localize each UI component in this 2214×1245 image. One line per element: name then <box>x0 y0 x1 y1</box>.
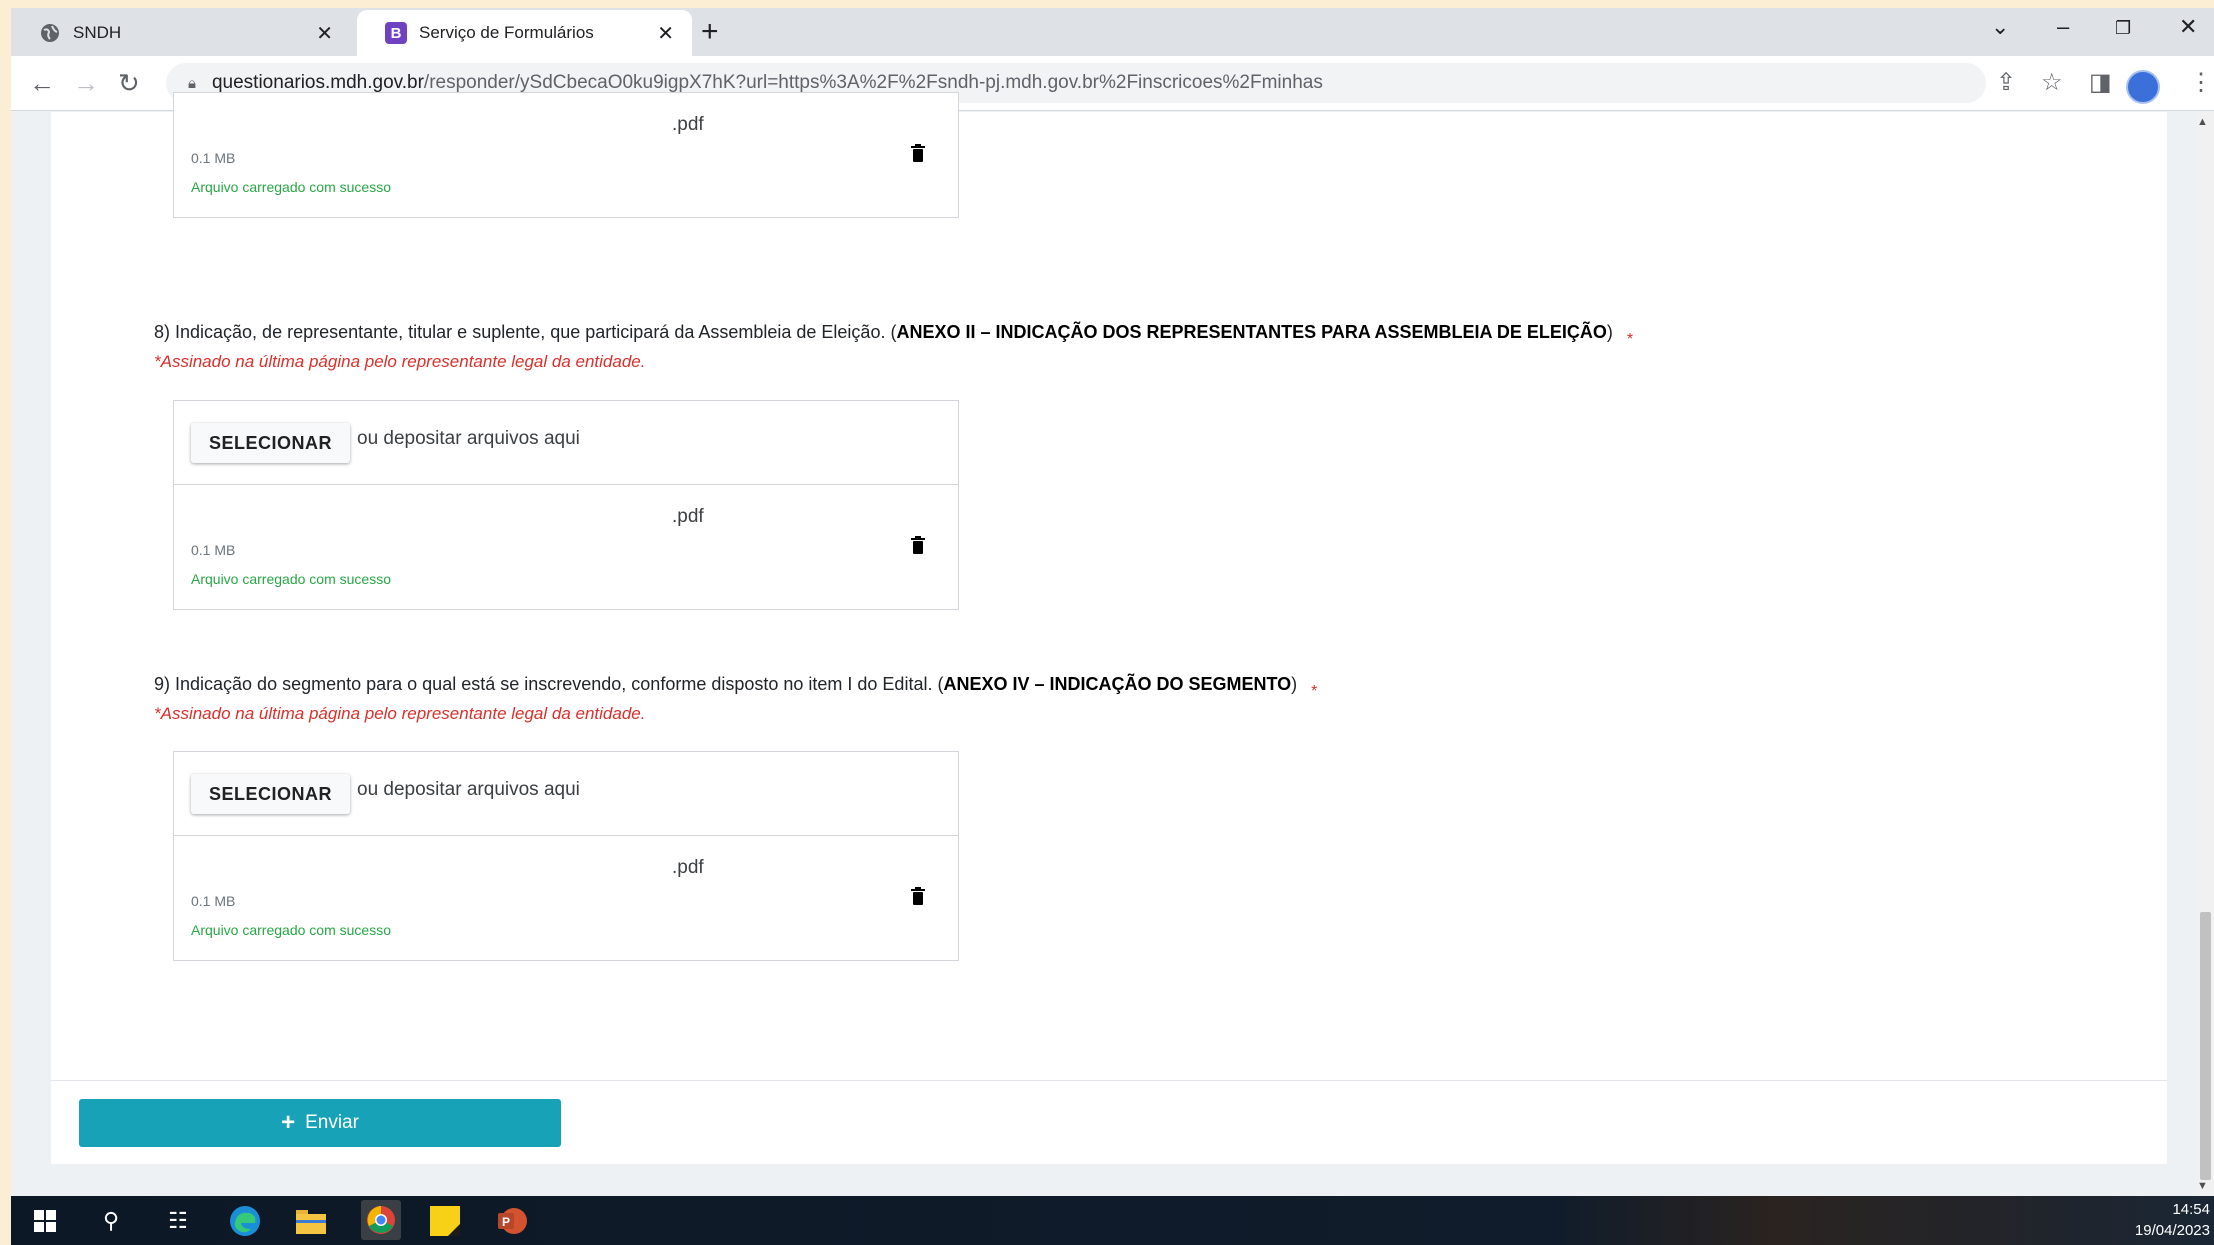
upload-status: Arquivo carregado com sucesso <box>191 922 391 938</box>
upload-dropzone[interactable]: SELECIONAR ou depositar arquivos aqui <box>174 401 958 485</box>
scroll-down-arrow-icon[interactable]: ▼ <box>2197 1180 2208 1192</box>
tab-sndh[interactable]: SNDH ✕ <box>11 10 351 56</box>
file-size: 0.1 MB <box>191 150 236 166</box>
side-panel-icon[interactable]: ◨ <box>2089 68 2112 97</box>
trash-icon[interactable] <box>910 144 926 162</box>
question-annex: ANEXO II – INDICAÇÃO DOS REPRESENTANTES … <box>896 322 1607 342</box>
close-icon[interactable]: ✕ <box>316 21 333 46</box>
file-name: .pdf <box>672 114 704 135</box>
globe-icon <box>39 22 61 44</box>
signature-note: *Assinado na última página pelo represen… <box>154 352 646 371</box>
browser-window: SNDH ✕ B Serviço de Formulários ✕ + ⌄ – … <box>11 8 2214 1196</box>
form-card: .pdf 0.1 MB Arquivo carregado com sucess… <box>51 92 2167 1164</box>
tab-label: Serviço de Formulários <box>419 23 594 42</box>
tab-formularios[interactable]: B Serviço de Formulários ✕ <box>357 10 692 56</box>
question-text: 9) Indicação do segmento para o qual est… <box>154 674 944 694</box>
uploaded-file: .pdf 0.1 MB Arquivo carregado com sucess… <box>174 485 958 609</box>
upload-box-previous: .pdf 0.1 MB Arquivo carregado com sucess… <box>173 92 959 218</box>
question-close: ) <box>1606 322 1613 342</box>
clock-date: 19/04/2023 <box>2134 1222 2210 1239</box>
new-tab-button[interactable]: + <box>701 17 719 47</box>
restore-icon[interactable]: ❐ <box>2115 18 2131 39</box>
chrome-icon[interactable] <box>361 1200 401 1240</box>
minimize-icon[interactable]: – <box>2057 14 2069 40</box>
select-file-button[interactable]: SELECIONAR <box>191 774 351 814</box>
share-icon[interactable]: ⇪ <box>1996 68 2016 97</box>
upload-box-q8: SELECIONAR ou depositar arquivos aqui .p… <box>173 400 959 610</box>
edge-browser-icon[interactable] <box>229 1205 261 1237</box>
question-8-label: 8) Indicação, de representante, titular … <box>154 322 1633 348</box>
required-marker: * <box>1626 331 1634 348</box>
question-9-label: 9) Indicação do segmento para o qual est… <box>154 674 1317 700</box>
tab-strip: SNDH ✕ B Serviço de Formulários ✕ + ⌄ – … <box>11 8 2214 56</box>
tab-search-icon[interactable]: ⌄ <box>1991 14 2009 40</box>
upload-box-q9: SELECIONAR ou depositar arquivos aqui .p… <box>173 751 959 961</box>
required-marker: * <box>1311 683 1318 700</box>
uploaded-file: .pdf 0.1 MB Arquivo carregado com sucess… <box>174 93 958 217</box>
signature-note: *Assinado na última página pelo represen… <box>154 704 646 723</box>
file-name: .pdf <box>672 857 704 878</box>
close-window-icon[interactable]: ✕ <box>2179 14 2197 40</box>
drop-hint: ou depositar arquivos aqui <box>357 779 580 800</box>
question-close: ) <box>1291 674 1298 694</box>
scroll-up-arrow-icon[interactable]: ▲ <box>2197 116 2208 128</box>
submit-button[interactable]: + Enviar <box>79 1099 561 1147</box>
trash-icon[interactable] <box>910 536 926 554</box>
sticky-notes-icon[interactable] <box>429 1205 461 1237</box>
plus-icon: + <box>281 1109 296 1136</box>
search-icon[interactable]: ⚲ <box>95 1205 127 1237</box>
system-clock[interactable]: 14:54 19/04/2023 <box>2135 1199 2210 1241</box>
page-scrollbar[interactable]: ▲ ▼ <box>2197 112 2214 1196</box>
file-name: .pdf <box>672 506 704 527</box>
clock-time: 14:54 <box>2172 1201 2210 1218</box>
submit-label: Enviar <box>305 1112 359 1133</box>
reload-icon[interactable]: ↻ <box>118 68 140 98</box>
profile-avatar[interactable] <box>2126 70 2160 104</box>
page-viewport: .pdf 0.1 MB Arquivo carregado com sucess… <box>11 92 2214 1196</box>
file-size: 0.1 MB <box>191 893 236 909</box>
forward-icon[interactable]: → <box>73 68 99 98</box>
tab-label: SNDH <box>73 23 122 42</box>
trash-icon[interactable] <box>910 887 926 905</box>
task-view-icon[interactable]: ☷ <box>162 1205 194 1237</box>
url-host: questionarios.mdh.gov.br <box>211 72 424 93</box>
form-footer: + Enviar <box>51 1080 2167 1164</box>
svg-text:P: P <box>502 1215 510 1229</box>
url-path: /responder/ySdCbecaO0ku9igpX7hK?url=http… <box>423 72 1323 93</box>
back-icon[interactable]: ← <box>29 68 55 98</box>
question-text: 8) Indicação, de representante, titular … <box>154 322 897 342</box>
upload-dropzone[interactable]: SELECIONAR ou depositar arquivos aqui <box>174 752 958 836</box>
powerpoint-icon[interactable]: P <box>496 1205 528 1237</box>
question-annex: ANEXO IV – INDICAÇÃO DO SEGMENTO <box>943 674 1292 694</box>
bookmark-star-icon[interactable]: ☆ <box>2041 68 2063 97</box>
bootstrap-icon: B <box>385 22 407 44</box>
close-icon[interactable]: ✕ <box>657 21 674 46</box>
windows-start-icon[interactable] <box>29 1205 61 1237</box>
file-explorer-icon[interactable] <box>295 1205 327 1237</box>
select-file-button[interactable]: SELECIONAR <box>191 423 351 463</box>
menu-icon[interactable]: ⋮ <box>2189 68 2213 97</box>
upload-status: Arquivo carregado com sucesso <box>191 571 391 587</box>
drop-hint: ou depositar arquivos aqui <box>357 428 580 449</box>
upload-status: Arquivo carregado com sucesso <box>191 179 391 195</box>
file-size: 0.1 MB <box>191 542 236 558</box>
scrollbar-thumb[interactable] <box>2200 912 2211 1180</box>
windows-taskbar: ⚲ ☷ P 14:54 19/04/2023 <box>11 1196 2214 1245</box>
lock-icon: 🔒︎ <box>188 74 196 92</box>
uploaded-file: .pdf 0.1 MB Arquivo carregado com sucess… <box>174 836 958 960</box>
